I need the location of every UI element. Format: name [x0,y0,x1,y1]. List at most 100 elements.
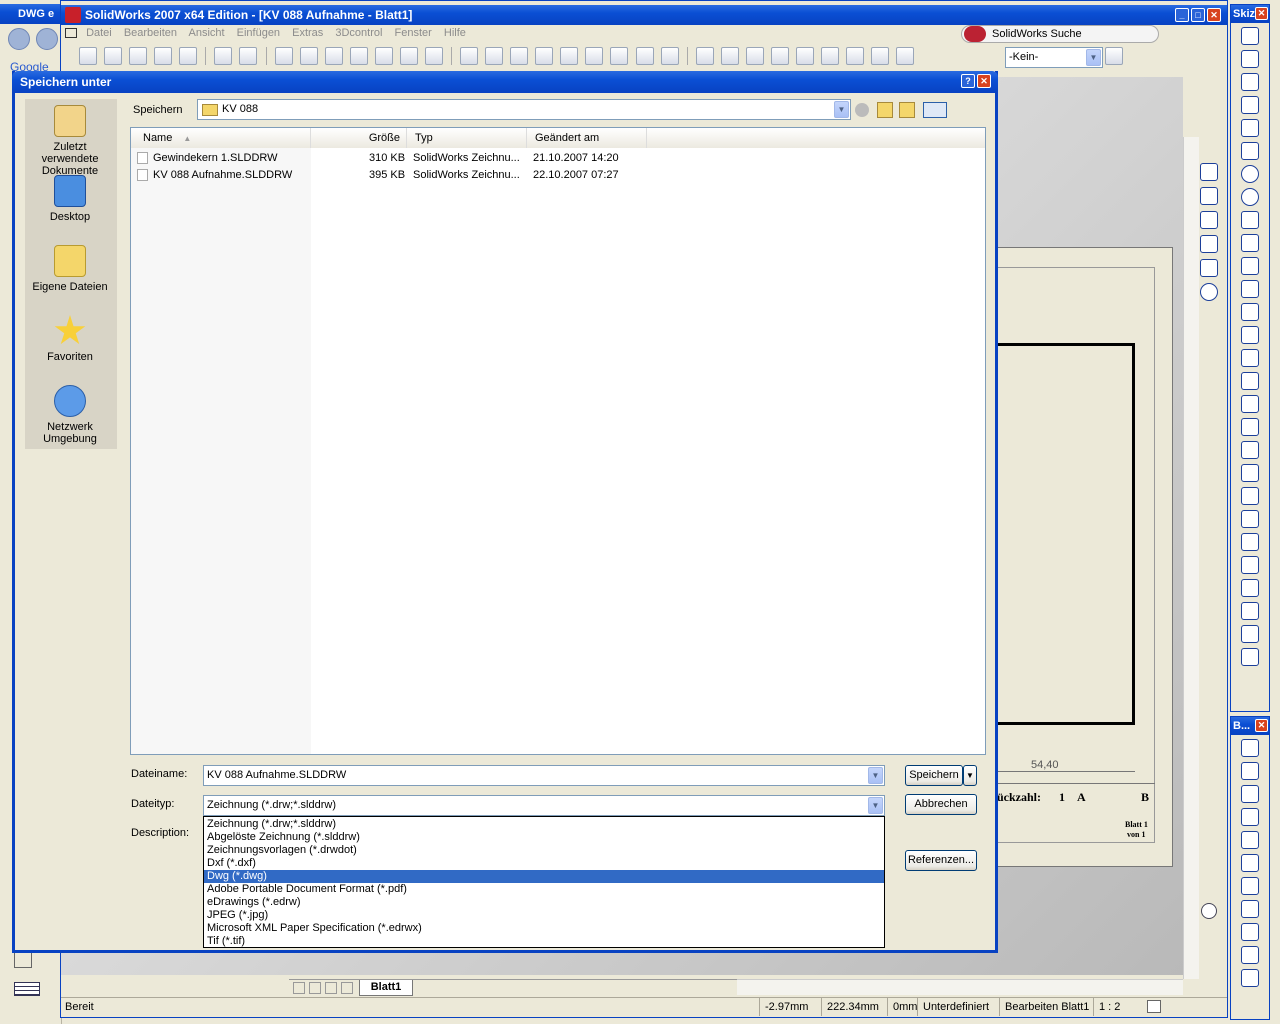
surface-finish-icon[interactable] [1241,923,1259,941]
realview-icon[interactable] [896,47,915,65]
point-icon[interactable] [1241,349,1259,367]
table-icon[interactable] [14,982,40,996]
filename-input[interactable]: KV 088 Aufnahme.SLDDRW ▼ [203,765,885,786]
rebuild-icon[interactable] [324,47,343,65]
undo-icon[interactable] [214,47,233,65]
rotate-icon[interactable] [585,47,604,65]
design-library-icon[interactable] [1200,187,1218,205]
zoom-selection-icon[interactable] [560,47,579,65]
chevron-down-icon[interactable]: ▼ [834,101,849,118]
chevron-down-icon[interactable]: ▼ [868,797,883,814]
chevron-down-icon[interactable]: ▼ [868,767,883,784]
standard-views-icon[interactable] [660,47,679,65]
new-folder-icon[interactable] [899,102,915,118]
polygon-icon[interactable] [1241,142,1259,160]
filetype-option[interactable]: JPEG (*.jpg) [204,909,884,922]
rectangle-icon[interactable] [1241,119,1259,137]
cancel-button[interactable]: Abbrechen [905,794,977,815]
horizontal-dim-icon[interactable] [1241,762,1259,780]
close-button[interactable]: ✕ [1207,8,1221,22]
open-icon[interactable] [104,47,123,65]
offset-entities-icon[interactable] [1241,510,1259,528]
print-preview-icon[interactable] [179,47,198,65]
next-sheet-icon[interactable] [325,982,337,994]
display-style-4-icon[interactable] [770,47,789,65]
filetype-option[interactable]: Microsoft XML Paper Specification (*.edr… [204,922,884,935]
menu-extras[interactable]: Extras [292,27,323,39]
smart-dimension-icon[interactable] [1241,73,1259,91]
home-icon[interactable] [1200,163,1218,181]
menu-datei[interactable]: Datei [86,27,112,39]
filetype-select[interactable]: Zeichnung (*.drw;*.slddrw) ▼ [203,795,885,816]
text-icon[interactable] [1241,441,1259,459]
maximize-button[interactable]: □ [1191,8,1205,22]
last-sheet-icon[interactable] [341,982,353,994]
convert-entities-icon[interactable] [1241,533,1259,551]
horizontal-scrollbar[interactable] [737,979,1183,995]
vertical-dim-icon[interactable] [1241,785,1259,803]
search-results-icon[interactable] [1200,235,1218,253]
save-options-dropdown[interactable]: ▼ [963,765,977,786]
menu-3dcontrol[interactable]: 3Dcontrol [335,27,382,39]
sketch-panel-close-button[interactable]: ✕ [1255,7,1268,20]
move-entities-icon[interactable] [1241,625,1259,643]
line-icon[interactable] [1241,96,1259,114]
back-nav-icon[interactable] [8,28,30,50]
section-view-icon[interactable] [846,47,865,65]
sketch-tool-icon[interactable] [460,47,479,65]
menu-grid-icon[interactable] [65,28,77,39]
up-folder-icon[interactable] [877,102,893,118]
sketch-panel-title[interactable]: Skiz... ✕ [1231,5,1269,23]
app-title-bar[interactable]: SolidWorks 2007 x64 Edition - [KV 088 Au… [61,5,1227,25]
menu-einfuegen[interactable]: Einfügen [237,27,280,39]
places-desktop[interactable]: Desktop [25,175,115,223]
column-header-size[interactable]: Größe [311,128,407,148]
places-network[interactable]: Netzwerk Umgebung [25,385,115,445]
options-icon[interactable] [349,47,368,65]
datum-icon[interactable] [1241,946,1259,964]
expand-pane-icon[interactable] [1201,903,1217,919]
column-header-name[interactable]: Name ▲ [131,128,311,148]
save-button[interactable]: Speichern [905,765,963,786]
centerline-icon[interactable] [1241,303,1259,321]
status-scale[interactable]: 1 : 2 [1093,998,1125,1016]
3-point-arc-icon[interactable] [1241,257,1259,275]
file-list[interactable]: Name ▲ Größe Typ Geändert am Gewindekern… [130,127,986,755]
zoom-area-icon[interactable] [510,47,529,65]
menu-bearbeiten[interactable]: Bearbeiten [124,27,177,39]
menu-ansicht[interactable]: Ansicht [188,27,224,39]
filetype-option[interactable]: Zeichnungsvorlagen (*.drwdot) [204,844,884,857]
smart-dim-icon[interactable] [1241,739,1259,757]
filetype-option[interactable]: eDrawings (*.edrw) [204,896,884,909]
file-explorer-icon[interactable] [1200,211,1218,229]
first-sheet-icon[interactable] [293,982,305,994]
balloon-icon[interactable] [1241,969,1259,987]
display-style-3-icon[interactable] [745,47,764,65]
ordinate-dim-icon[interactable] [1241,831,1259,849]
display-style-5-icon[interactable] [795,47,814,65]
display-relations-icon[interactable] [1241,487,1259,505]
select-icon[interactable] [274,47,293,65]
forward-nav-icon[interactable] [36,28,58,50]
collapse-icon[interactable] [1200,283,1218,301]
status-toggle-icon[interactable] [1147,1000,1161,1013]
pan-icon[interactable] [610,47,629,65]
tangent-arc-icon[interactable] [1241,234,1259,252]
copy-entities-icon[interactable] [1241,648,1259,666]
places-my-documents[interactable]: Eigene Dateien [25,245,115,293]
spline-icon[interactable] [1241,326,1259,344]
layer-select[interactable]: -Kein- ▼ [1005,47,1103,68]
display-style-6-icon[interactable] [821,47,839,65]
dialog-title-bar[interactable]: Speichern unter ? ✕ [12,71,998,93]
view-layout-icon[interactable] [374,47,393,65]
palette-icon[interactable] [1200,259,1218,277]
dialog-help-button[interactable]: ? [961,74,975,88]
help-icon[interactable] [424,47,443,65]
menu-hilfe[interactable]: Hilfe [444,27,466,39]
minimize-button[interactable]: _ [1175,8,1189,22]
places-recent-documents[interactable]: Zuletzt verwendete Dokumente [25,105,115,177]
zoom-in-out-icon[interactable] [535,47,554,65]
background-window-title[interactable]: DWG e [0,4,62,24]
save-in-select[interactable]: KV 088 ▼ [197,99,851,120]
column-header-modified[interactable]: Geändert am [527,128,647,148]
